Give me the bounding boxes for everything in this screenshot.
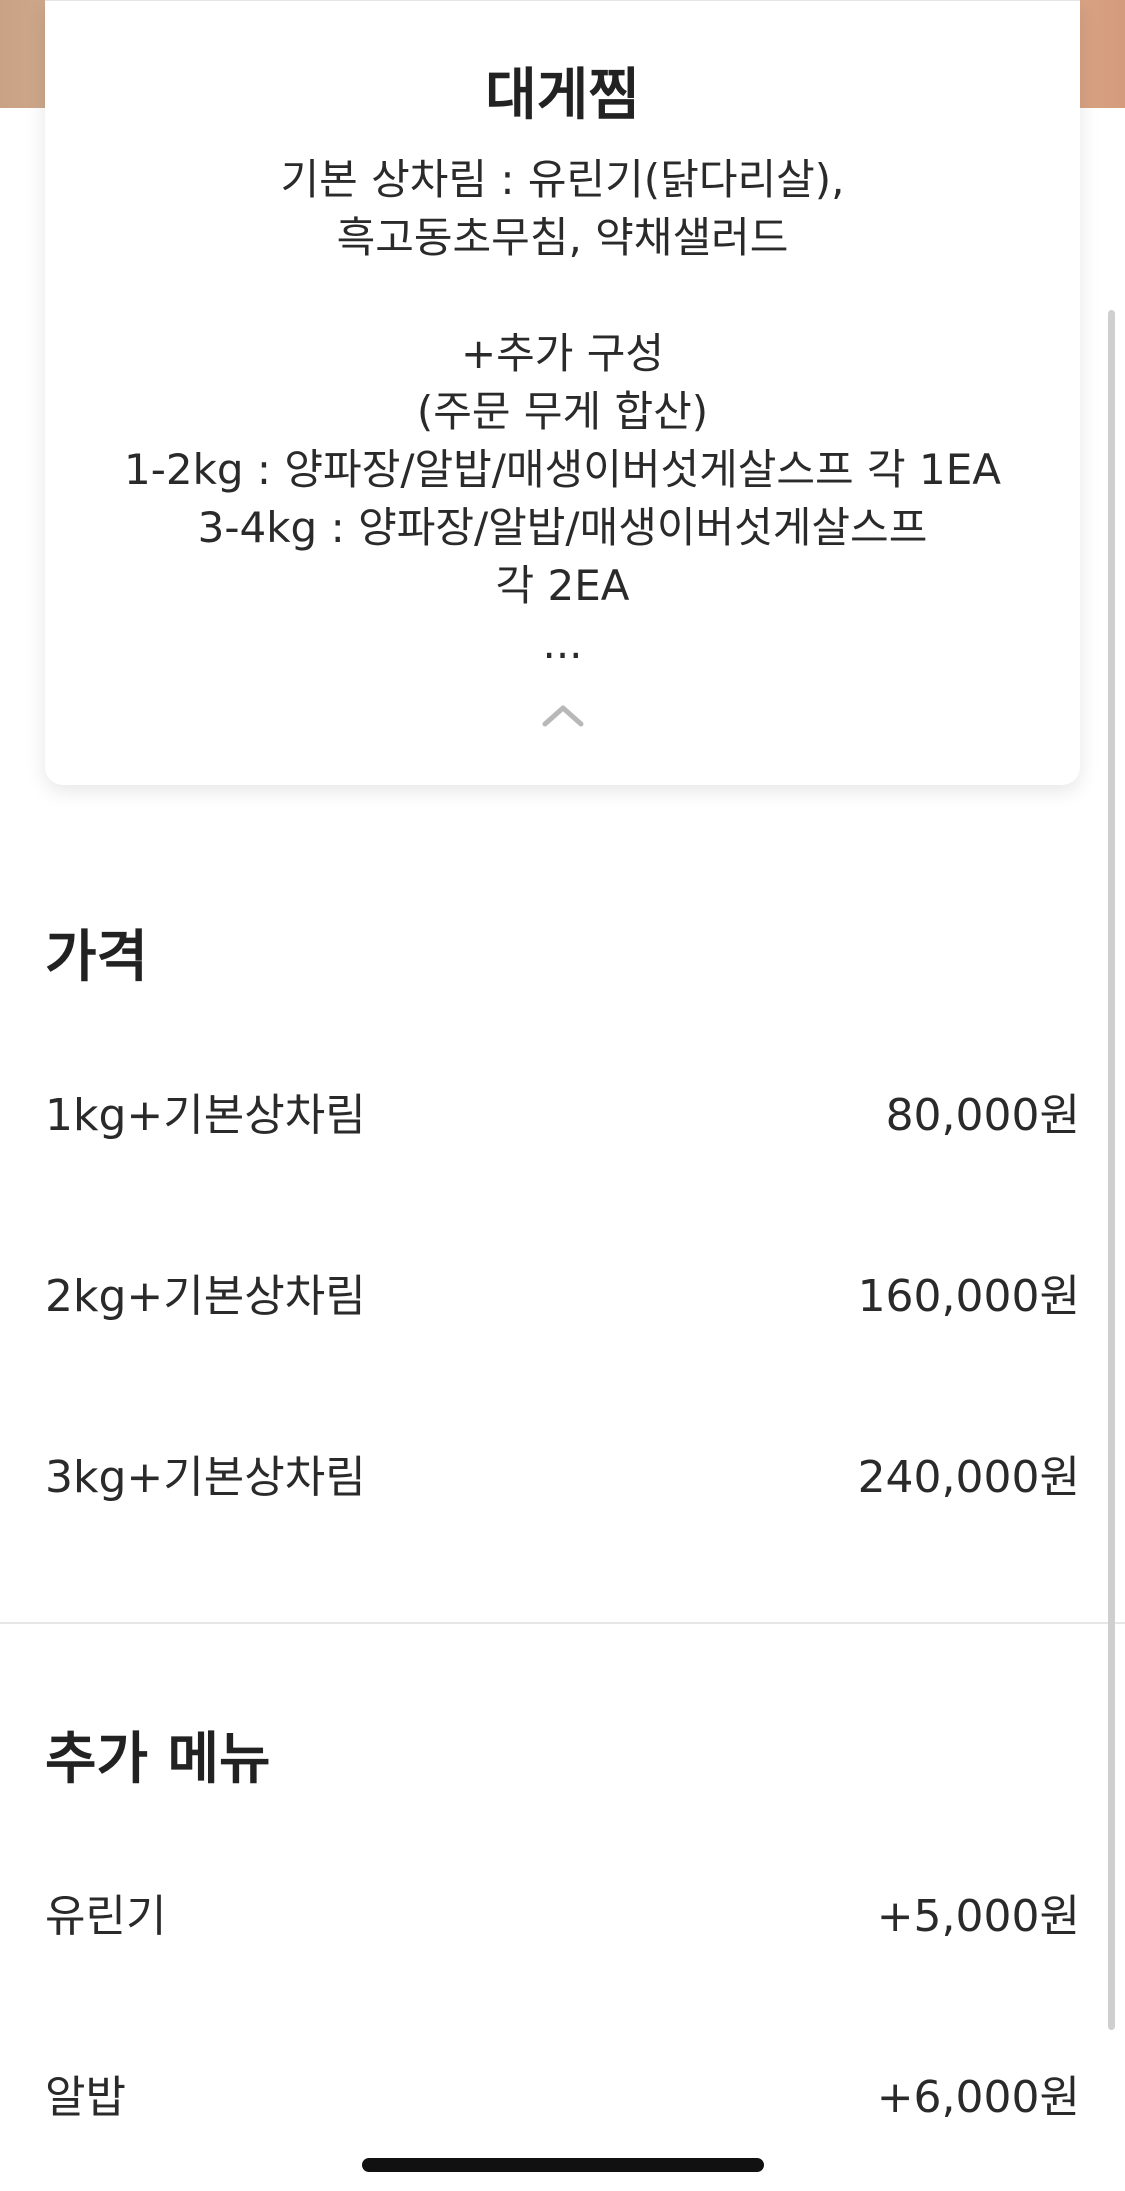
extra-menu-name: 알밥 <box>45 2072 126 2123</box>
extra-menu-row: 알밥 +6,000원 <box>45 2053 1080 2133</box>
extra-menu-price: +5,000원 <box>876 1891 1080 1942</box>
price-row: 2kg+기본상차림 160,000원 <box>45 1252 1080 1332</box>
vertical-scrollbar[interactable] <box>1108 310 1115 2030</box>
price-row: 3kg+기본상차림 240,000원 <box>45 1433 1080 1513</box>
extra-menu-section-title: 추가 메뉴 <box>45 1727 271 1792</box>
menu-description: 기본 상차림 : 유린기(닭다리살), 흑고동초무침, 약채샐러드 +추가 구성… <box>45 151 1080 673</box>
price-option-value: 160,000원 <box>857 1271 1080 1322</box>
description-ellipsis: ... <box>542 619 583 668</box>
price-section-title: 가격 <box>45 925 149 990</box>
price-option-name: 3kg+기본상차림 <box>45 1452 366 1503</box>
price-option-name: 2kg+기본상차림 <box>45 1271 366 1322</box>
menu-title: 대게찜 <box>485 63 640 128</box>
description-spacer <box>45 267 1080 325</box>
description-line: 1-2kg : 양파장/알밥/매생이버섯게살스프 각 1EA <box>123 445 1002 494</box>
section-divider <box>0 1622 1125 1624</box>
description-line: +추가 구성 <box>460 329 665 378</box>
collapse-description-button[interactable] <box>533 696 593 736</box>
price-option-name: 1kg+기본상차림 <box>45 1090 366 1141</box>
extra-menu-name: 유린기 <box>45 1891 167 1942</box>
price-option-value: 240,000원 <box>857 1452 1080 1503</box>
description-line: 각 2EA <box>495 561 630 610</box>
home-indicator[interactable] <box>362 2158 764 2172</box>
description-line: 3-4kg : 양파장/알밥/매생이버섯게살스프 <box>197 503 928 552</box>
chevron-up-icon <box>542 705 583 727</box>
description-line: 흑고동초무침, 약채샐러드 <box>336 213 789 262</box>
menu-detail-card: 대게찜 기본 상차림 : 유린기(닭다리살), 흑고동초무침, 약채샐러드 +추… <box>45 0 1080 785</box>
description-line: 기본 상차림 : 유린기(닭다리살), <box>280 155 845 204</box>
extra-menu-price: +6,000원 <box>876 2072 1080 2123</box>
extra-menu-row: 유린기 +5,000원 <box>45 1872 1080 1952</box>
description-line: (주문 무게 합산) <box>416 387 709 436</box>
price-option-value: 80,000원 <box>885 1090 1080 1141</box>
price-row: 1kg+기본상차림 80,000원 <box>45 1071 1080 1151</box>
